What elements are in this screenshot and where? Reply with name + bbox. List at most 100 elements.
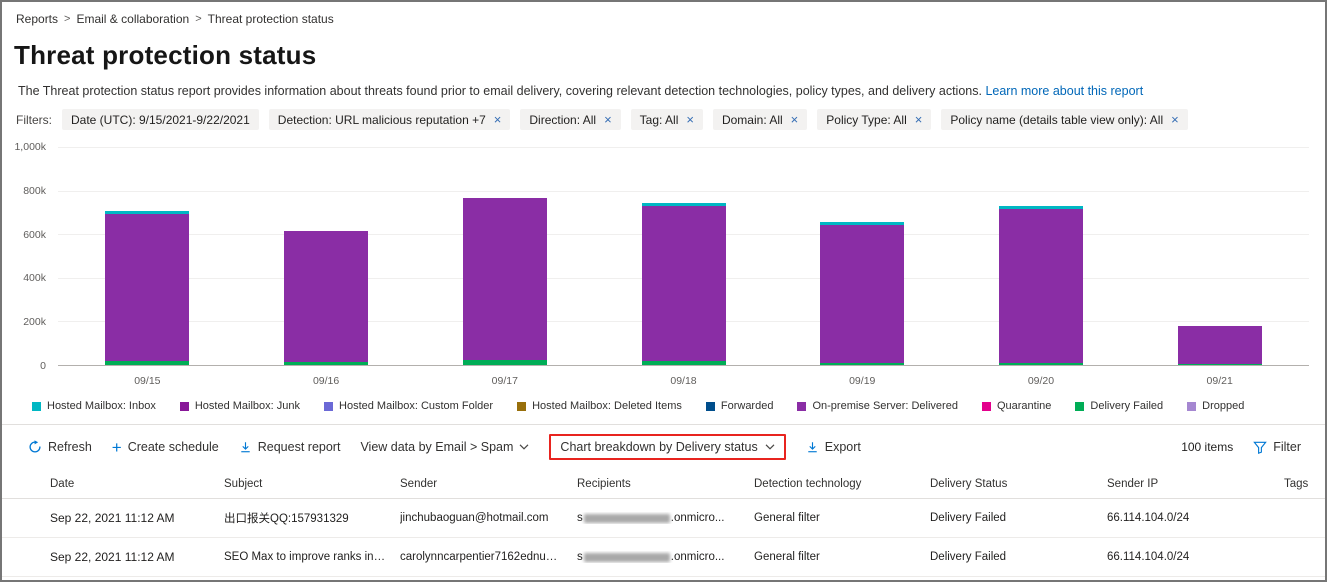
filters-label: Filters: — [16, 112, 52, 127]
bar-segment-On-premise Server: Delivered — [284, 231, 369, 363]
legend-label: Quarantine — [996, 400, 1052, 412]
filter-chip-date[interactable]: Date (UTC): 9/15/2021-9/22/2021 — [62, 109, 259, 130]
redacted-recipient — [583, 552, 670, 562]
learn-more-link[interactable]: Learn more about this report — [985, 84, 1143, 98]
legend-item-dropped[interactable]: Dropped — [1187, 400, 1244, 412]
export-button[interactable]: Export — [806, 440, 861, 454]
legend-item-hosted-junk[interactable]: Hosted Mailbox: Junk — [179, 400, 301, 412]
legend-label: Hosted Mailbox: Deleted Items — [532, 400, 682, 412]
filters-bar: Filters: Date (UTC): 9/15/2021-9/22/2021… — [16, 109, 1325, 130]
table-row[interactable]: Sep 22, 2021 11:12 AM SEO Max to improve… — [2, 538, 1325, 577]
items-count: 100 items — [1181, 440, 1234, 454]
threat-protection-status-page: Reports > Email & collaboration > Threat… — [0, 0, 1327, 582]
cell-delivery-status: Delivery Failed — [930, 512, 1007, 524]
close-icon[interactable]: × — [686, 113, 694, 126]
page-title: Threat protection status — [14, 40, 317, 70]
legend-label: On-premise Server: Delivered — [812, 400, 958, 412]
cell-sender: jinchubaoguan@hotmail.com — [400, 512, 549, 524]
legend-swatch — [324, 401, 334, 411]
filter-icon — [1253, 441, 1268, 454]
legend-label: Delivery Failed — [1090, 400, 1164, 412]
filter-chip-domain[interactable]: Domain: All × — [712, 109, 808, 130]
y-tick-label: 0 — [40, 360, 46, 372]
legend-swatch — [179, 401, 189, 411]
filter-chip-policy-type[interactable]: Policy Type: All × — [817, 109, 932, 130]
column-header-tags[interactable]: Tags — [1284, 478, 1325, 490]
breadcrumb-reports[interactable]: Reports — [16, 12, 58, 26]
legend-item-hosted-custom-folder[interactable]: Hosted Mailbox: Custom Folder — [324, 400, 493, 412]
bar-09/16[interactable] — [237, 147, 416, 365]
x-tick-label: 09/17 — [491, 375, 518, 387]
y-tick-label: 600k — [23, 228, 46, 241]
cell-delivery-status: Delivery Failed — [930, 551, 1007, 563]
close-icon[interactable]: × — [1171, 113, 1179, 126]
legend-label: Hosted Mailbox: Junk — [194, 400, 301, 412]
column-header-subject[interactable]: Subject — [224, 478, 400, 490]
legend-swatch — [1075, 401, 1085, 411]
legend-swatch — [705, 401, 715, 411]
breadcrumb-current: Threat protection status — [207, 12, 334, 26]
bar-segment-On-premise Server: Delivered — [1177, 326, 1262, 365]
stacked-bar — [1177, 147, 1262, 365]
y-tick-label: 800k — [23, 184, 46, 197]
chart-plot — [58, 147, 1309, 366]
filter-chip-tag[interactable]: Tag: All × — [630, 109, 703, 130]
filter-button[interactable]: Filter — [1253, 440, 1301, 454]
close-icon[interactable]: × — [494, 113, 502, 126]
cell-subject: 出口报关QQ:157931329 — [224, 513, 349, 525]
create-schedule-button[interactable]: + Create schedule — [112, 439, 219, 456]
chart-x-labels: 09/15 09/16 09/17 09/18 09/19 09/20 09/21 — [58, 368, 1309, 390]
cell-sender-ip: 66.114.104.0/24 — [1107, 551, 1190, 563]
column-header-detection-technology[interactable]: Detection technology — [754, 478, 930, 490]
view-data-by-dropdown[interactable]: View data by Email > Spam — [360, 440, 529, 454]
column-header-delivery-status[interactable]: Delivery Status — [930, 478, 1107, 490]
x-tick-label: 09/18 — [670, 375, 697, 387]
breadcrumb-separator: > — [64, 13, 71, 25]
bar-09/21[interactable] — [1130, 147, 1309, 365]
legend-swatch — [1187, 401, 1197, 411]
refresh-button[interactable]: Refresh — [28, 440, 92, 454]
filter-label: Filter — [1273, 440, 1301, 454]
x-tick-label: 09/19 — [849, 375, 876, 387]
stacked-bar — [284, 147, 369, 365]
stacked-bar — [105, 147, 190, 365]
x-tick-label: 09/16 — [312, 375, 340, 387]
bar-09/19[interactable] — [773, 147, 952, 365]
legend-item-delivery-failed[interactable]: Delivery Failed — [1075, 400, 1163, 412]
legend-item-onprem-delivered[interactable]: On-premise Server: Delivered — [797, 400, 958, 412]
bar-09/15[interactable] — [58, 147, 237, 365]
filter-chip-detection[interactable]: Detection: URL malicious reputation +7 × — [268, 109, 511, 130]
chevron-down-icon — [519, 444, 529, 450]
legend-item-hosted-inbox[interactable]: Hosted Mailbox: Inbox — [32, 400, 156, 412]
bar-09/18[interactable] — [594, 147, 773, 365]
column-header-recipients[interactable]: Recipients — [577, 478, 754, 490]
filter-chip-label: Direction: All — [529, 112, 597, 127]
bar-09/17[interactable] — [415, 147, 594, 365]
recipient-suffix: .onmicro... — [670, 551, 725, 563]
close-icon[interactable]: × — [604, 113, 612, 126]
legend-item-quarantine[interactable]: Quarantine — [981, 400, 1052, 412]
legend-swatch — [32, 401, 41, 411]
column-header-sender[interactable]: Sender — [400, 478, 577, 490]
filter-chip-policy-name[interactable]: Policy name (details table view only): A… — [941, 109, 1188, 130]
legend-label: Dropped — [1202, 400, 1245, 412]
request-report-button[interactable]: Request report — [239, 440, 340, 454]
legend-item-forwarded[interactable]: Forwarded — [705, 400, 773, 412]
chart-legend: Hosted Mailbox: Inbox Hosted Mailbox: Ju… — [32, 400, 1325, 412]
filter-chip-direction[interactable]: Direction: All × — [520, 109, 621, 130]
column-header-date[interactable]: Date — [50, 478, 224, 490]
bar-segment-Delivery Failed — [105, 361, 190, 365]
stacked-bar — [641, 147, 726, 365]
bar-09/20[interactable] — [952, 147, 1131, 365]
x-tick-label: 09/20 — [1027, 375, 1055, 387]
breadcrumb-email-collaboration[interactable]: Email & collaboration — [76, 12, 189, 26]
close-icon[interactable]: × — [915, 113, 923, 126]
legend-label: Hosted Mailbox: Inbox — [47, 400, 156, 412]
details-table: Date Subject Sender Recipients Detection… — [2, 469, 1325, 577]
chart-breakdown-dropdown[interactable]: Chart breakdown by Delivery status — [549, 434, 786, 460]
close-icon[interactable]: × — [791, 113, 799, 126]
legend-item-hosted-deleted-items[interactable]: Hosted Mailbox: Deleted Items — [517, 400, 682, 412]
table-row[interactable]: Sep 22, 2021 11:12 AM 出口报关QQ:157931329 j… — [2, 499, 1325, 538]
table-header-row: Date Subject Sender Recipients Detection… — [2, 469, 1325, 499]
column-header-sender-ip[interactable]: Sender IP — [1107, 478, 1284, 490]
